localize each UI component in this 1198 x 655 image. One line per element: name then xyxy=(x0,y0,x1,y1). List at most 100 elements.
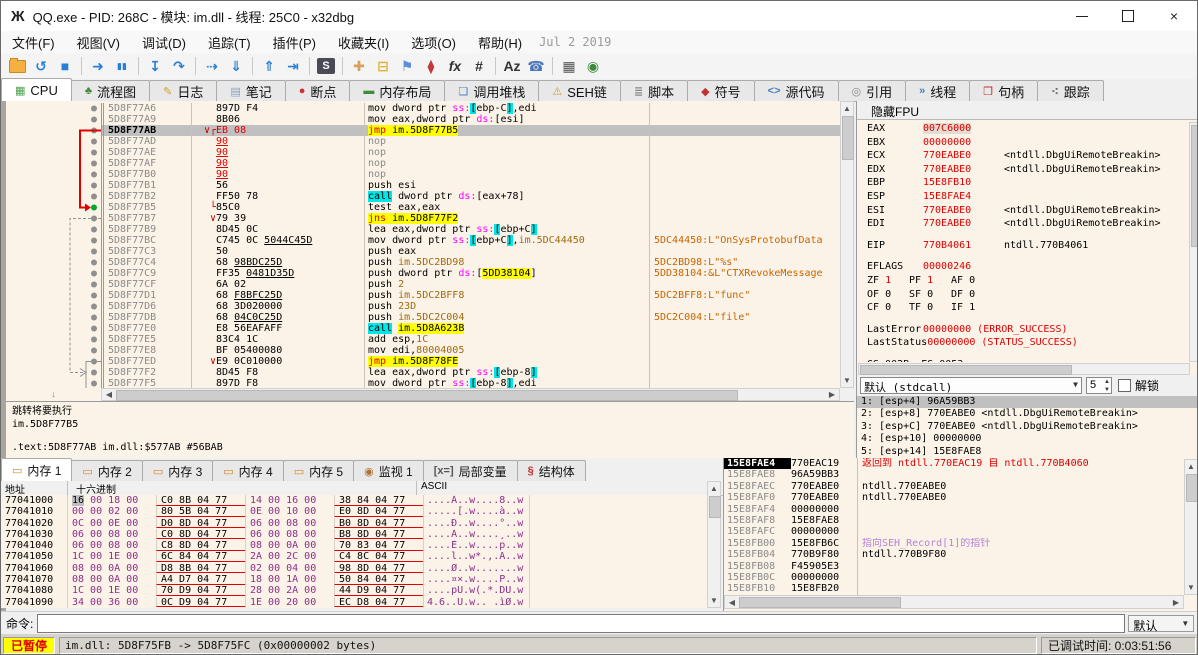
tab-log[interactable]: ✎ 日志 xyxy=(149,80,218,101)
bookmarks-icon[interactable]: ⧫ xyxy=(419,56,443,76)
disasm-row[interactable]: 5D8F77B7 ∨79 39 jns im.5D8F77F2 xyxy=(101,213,840,224)
disasm-row[interactable]: 5D8F77C4 68 98BDC25D push im.5DC2BD98 5DC2B… xyxy=(101,257,840,268)
tab-references[interactable]: ◎ 引用 xyxy=(837,80,907,101)
disasm-row[interactable]: 5D8F77DB 68 04C0C25D push im.5DC2C004 5DC2C… xyxy=(101,312,840,323)
stack-hscrollbar[interactable]: ◀ ▶ xyxy=(724,595,1184,609)
scroll-thumb[interactable] xyxy=(1186,474,1197,502)
tab-call-stack[interactable]: ❏ 调用堆栈 xyxy=(444,80,540,101)
calling-convention-select[interactable]: 默认 (stdcall) ▼ xyxy=(860,377,1082,394)
argument-row[interactable]: 1: [esp+4] 96A59BB3 xyxy=(857,396,1197,409)
scroll-thumb[interactable] xyxy=(1191,125,1197,247)
dump-row[interactable]: 77041080 1C 00 1E 00 70 D9 04 77 28 00 2A 0… xyxy=(1,585,707,597)
stack-row[interactable]: 15E8FAFC 00000000 xyxy=(724,526,1197,538)
unlock-checkbox[interactable] xyxy=(1118,379,1131,392)
dump-row[interactable]: 77041000 16 00 18 00 C0 8B 04 77 14 00 16 0… xyxy=(1,495,707,507)
register-row[interactable]: ECX 770EABE0 <ntdll.DbgUiRemoteBreakin> xyxy=(859,149,1185,163)
scroll-thumb[interactable] xyxy=(709,496,721,518)
dump-tab-dump-2[interactable]: ▭ 内存 2 xyxy=(71,460,143,481)
disasm-row[interactable]: 5D8F77AB ∨┌EB 08 jmp im.5D8F77B5 xyxy=(101,125,840,136)
scroll-up-icon[interactable]: ▲ xyxy=(1185,461,1197,472)
scylla-icon[interactable]: S xyxy=(317,58,335,74)
dump-row[interactable]: 77041040 06 00 08 00 C8 8D 04 77 08 00 0A 0… xyxy=(1,540,707,552)
disassembly-hscrollbar[interactable]: ◀ ▶ xyxy=(101,388,840,401)
argument-row[interactable]: 5: [esp+14] 15E8FAE8 xyxy=(857,446,1197,458)
disasm-row[interactable]: 5D8F77F5 897D F8 mov dword ptr ss:[ebp-8],… xyxy=(101,378,840,388)
calculator-icon[interactable]: ▦ xyxy=(557,56,581,76)
tab-trace[interactable]: ⁖ 跟踪 xyxy=(1037,80,1104,101)
scroll-thumb[interactable] xyxy=(860,365,1072,375)
animate-over-icon[interactable]: ⇓ xyxy=(224,56,248,76)
dump-row[interactable]: 77041010 00 00 02 00 80 5B 04 77 0E 00 10 0… xyxy=(1,506,707,518)
step-over-icon[interactable]: ↷ xyxy=(167,56,191,76)
dump-row[interactable]: 77041020 0C 00 0E 00 D0 8D 04 77 06 00 08 0… xyxy=(1,517,707,529)
scroll-thumb[interactable] xyxy=(116,390,738,401)
scroll-left-icon[interactable]: ◀ xyxy=(103,389,115,400)
tab-threads[interactable]: » 线程 xyxy=(905,80,971,101)
flag-pair[interactable]: IF 1 xyxy=(951,301,993,315)
animate-into-icon[interactable]: ⇢ xyxy=(200,56,224,76)
stack-row[interactable]: 15E8FAEC 770EABE0 ntdll.770EABE0 xyxy=(724,480,1197,493)
stack-vscrollbar[interactable]: ▲ ▼ xyxy=(1184,459,1197,595)
scroll-thumb[interactable] xyxy=(842,116,854,160)
disassembly-vscrollbar[interactable]: ▲ ▼ xyxy=(840,101,854,388)
tab-source[interactable]: <> 源代码 xyxy=(753,80,839,101)
scroll-left-icon[interactable]: ◀ xyxy=(726,597,738,608)
stack-pane[interactable]: 15E8FAE4 770EAC19 返回到 ntdll.770EAC19 自 ntd… xyxy=(723,458,1197,611)
flag-pair[interactable]: TF 0 xyxy=(909,301,951,315)
scroll-right-icon[interactable]: ▶ xyxy=(1170,597,1182,608)
dump-row[interactable]: 77041090 34 00 36 00 0C D9 04 77 1E 00 20 0… xyxy=(1,596,707,608)
tab-symbols[interactable]: ◆ 符号 xyxy=(687,80,755,101)
dump-row[interactable]: 77041060 08 00 0A 00 D8 8B 04 77 02 00 04 0… xyxy=(1,562,707,575)
command-script-select[interactable]: 默认 ▼ xyxy=(1128,615,1195,633)
close-button[interactable]: × xyxy=(1151,1,1197,31)
register-row[interactable]: EFLAGS 00000246 xyxy=(859,260,1185,274)
breakpoint-dot[interactable] xyxy=(91,149,97,156)
disasm-row[interactable]: 5D8F77C9 FF35 0481D35D push dword ptr ds:[… xyxy=(101,268,840,279)
register-row[interactable]: EIP 770B4061 ntdll.770B4061 xyxy=(859,239,1185,253)
pause-icon[interactable]: ▮▮ xyxy=(110,56,134,76)
breakpoint-dot[interactable] xyxy=(91,336,97,343)
disasm-row[interactable]: 5D8F77A9 8B06 mov eax,dword ptr ds:[esi] xyxy=(101,114,840,125)
dump-vscrollbar[interactable]: ▲ ▼ xyxy=(707,481,721,608)
tab-breakpoints[interactable]: ● 断点 xyxy=(284,80,351,101)
argument-row[interactable]: 4: [esp+10] 00000000 xyxy=(857,433,1197,445)
disasm-row[interactable]: 5D8F77B0 90 nop xyxy=(101,169,840,180)
disasm-row[interactable]: 5D8F77E5 83C4 1C add esp,1C xyxy=(101,334,840,345)
argument-row[interactable]: 3: [esp+C] 770EABE0 <ntdll.DbgUiRemoteBr… xyxy=(857,421,1197,433)
register-row[interactable]: ESI 770EABE0 <ntdll.DbgUiRemoteBreakin> xyxy=(859,204,1185,218)
disasm-row[interactable]: 5D8F77BC C745 0C 5044C45D mov dword ptr ss… xyxy=(101,235,840,246)
scroll-up-icon[interactable]: ▲ xyxy=(841,103,853,114)
breakpoint-dot[interactable] xyxy=(91,325,97,332)
menu-item-view[interactable]: 视图(V) xyxy=(66,33,131,52)
register-row[interactable]: EBP 15E8FB10 xyxy=(859,176,1185,190)
scroll-up-icon[interactable]: ▲ xyxy=(708,483,720,494)
dump-tab-struct[interactable]: § 结构体 xyxy=(516,460,586,481)
register-row[interactable]: OF 0 SF 0 DF 0 xyxy=(859,288,1185,302)
disasm-row[interactable]: 5D8F77A6 897D F4 mov dword ptr ss:[ebp-C],… xyxy=(101,103,840,114)
breakpoint-dot[interactable] xyxy=(91,171,97,178)
register-row[interactable]: ESP 15E8FAE4 xyxy=(859,190,1185,204)
disasm-row[interactable]: 5D8F77B5 └85C0 test eax,eax xyxy=(101,202,840,213)
dump-tab-watch-1[interactable]: ◉ 监视 1 xyxy=(353,460,424,481)
dump-row[interactable]: 77041050 1C 00 1E 00 6C 84 04 77 2A 00 2C 0… xyxy=(1,551,707,563)
hide-fpu-button[interactable]: 隐藏FPU xyxy=(857,101,1197,120)
breakpoint-dot[interactable] xyxy=(91,226,97,233)
breakpoint-dot[interactable] xyxy=(91,347,97,354)
restart-icon[interactable]: ↺ xyxy=(29,56,53,76)
flag-pair[interactable]: DF 0 xyxy=(951,288,993,302)
dump-row[interactable]: 77041070 08 00 0A 00 A4 D7 04 77 18 00 1A 0… xyxy=(1,574,707,586)
breakpoint-dot[interactable] xyxy=(91,292,97,299)
argument-count-stepper[interactable]: 5 ▲ ▼ xyxy=(1086,377,1112,394)
scroll-right-icon[interactable]: ▶ xyxy=(826,389,838,400)
stack-row[interactable]: 15E8FAE8 96A59BB3 xyxy=(724,469,1197,481)
register-row[interactable]: LastError 00000000 (ERROR_SUCCESS) xyxy=(859,323,1185,337)
breakpoint-dot[interactable] xyxy=(91,281,97,288)
tab-seh[interactable]: ⚠ SEH链 xyxy=(538,80,621,101)
register-row[interactable]: GS 002B FS 0053 xyxy=(859,358,1185,362)
patches-icon[interactable]: ✚ xyxy=(347,56,371,76)
stack-row[interactable]: 15E8FB08 F45905E3 xyxy=(724,560,1197,572)
dump-tab-dump-5[interactable]: ▭ 内存 5 xyxy=(282,460,355,481)
scroll-thumb[interactable] xyxy=(739,597,901,608)
disasm-row[interactable]: 5D8F77F2 8D45 F8 lea eax,dword ptr ss:[ebp… xyxy=(101,367,840,378)
disasm-row[interactable]: 5D8F77D6 68 3D020000 push 23D xyxy=(101,301,840,312)
